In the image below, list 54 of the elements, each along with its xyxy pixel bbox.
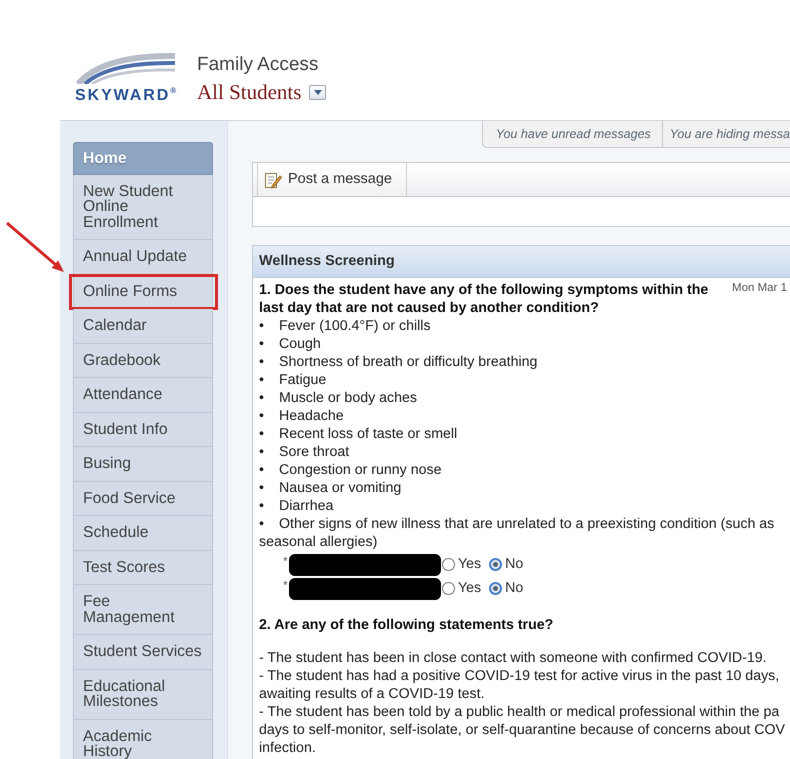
sidebar-nav-item[interactable]: Attendance [73, 378, 213, 412]
sidebar-nav-item[interactable]: Busing [73, 447, 213, 482]
radio-option[interactable]: Yes [442, 578, 482, 600]
pointer-arrow [5, 221, 67, 275]
radio-button[interactable] [489, 558, 502, 572]
symptom-text: • Diarrhea [259, 497, 334, 515]
radio-button[interactable] [489, 582, 502, 596]
sidebar-nav-item[interactable]: Gradebook [73, 344, 213, 378]
sidebar-nav-item[interactable]: Student Services [73, 635, 213, 670]
symptom-text: • Muscle or body aches [259, 389, 418, 407]
statement-text: - The student has had a positive COVID-19 test for active virus in the past 10 days, awaiting results of a COVID-19 test. [259, 667, 780, 703]
dropdown-icon[interactable] [309, 84, 326, 100]
sidebar-nav-item[interactable]: Educational Milestones [73, 670, 213, 720]
logo-text: SKYWARD$^{®}$ [75, 85, 178, 106]
date-text: Mon Mar 1 [732, 281, 787, 295]
symptom-text: • Sore throat [259, 443, 350, 461]
radio-button[interactable] [442, 582, 455, 596]
note-pencil-icon [264, 170, 282, 188]
symptom-text: • Headache [259, 407, 345, 425]
symptom-text: • Other signs of new illness that are unrelated to a preexisting condition (such as seasonal allergies) [259, 515, 776, 551]
radio-option[interactable]: Yes [442, 554, 482, 576]
sidebar-nav-item[interactable]: Food Service [73, 482, 213, 516]
statement-text: - The student has been told by a public health or medical professional within the pa days to self-monitor, self-isolate, or self-quarantine because of concerns about COV infection. [259, 703, 786, 757]
question-text: 1. Does the student have any of the following symptoms within the last day that are not caused by another condition? [259, 281, 710, 317]
sidebar-nav-item[interactable]: Schedule [73, 516, 213, 550]
symptom-text: • Fatigue [259, 371, 328, 389]
required-mark: * [283, 579, 289, 591]
sidebar-nav-item[interactable]: New Student Online Enrollment [73, 174, 213, 240]
message-tab[interactable]: You are hiding messa [662, 121, 790, 148]
question-text: 2. Are any of the following statements true? [259, 616, 554, 634]
app-title: Family Access [197, 53, 320, 77]
panel-title: Wellness Screening [259, 252, 395, 271]
sidebar-nav-item[interactable]: Test Scores [73, 550, 213, 585]
radio-button[interactable] [442, 558, 455, 572]
post-message-button[interactable]: Post a message [257, 163, 407, 196]
sidebar-nav-item[interactable]: Academic History [73, 720, 213, 759]
symptom-text: • Shortness of breath or difficulty breathing [259, 353, 538, 371]
symptom-text: • Cough [259, 335, 322, 353]
symptom-text: • Recent loss of taste or smell [259, 425, 458, 443]
sidebar-nav-item[interactable]: Fee Management [73, 585, 213, 635]
symptom-text: • Congestion or runny nose [259, 461, 442, 479]
statement-text: - The student has been in close contact with someone with confirmed COVID-19. [259, 649, 768, 667]
radio-option[interactable]: No [489, 554, 524, 576]
sidebar-nav-item[interactable]: Annual Update [73, 240, 213, 274]
symptom-text: • Nausea or vomiting [259, 479, 402, 497]
message-tab[interactable]: You have unread messages [482, 121, 662, 148]
message-input-field[interactable] [252, 197, 790, 227]
radio-option[interactable]: No [489, 578, 524, 600]
required-mark: * [283, 555, 289, 567]
sidebar-nav-item[interactable]: Student Info [73, 412, 213, 447]
swoosh-logo-icon [75, 52, 175, 84]
student-selector[interactable]: All Students [197, 80, 302, 104]
sidebar-nav-item[interactable]: Calendar [73, 309, 213, 344]
symptom-text: • Fever (100.4°F) or chills [259, 317, 432, 335]
